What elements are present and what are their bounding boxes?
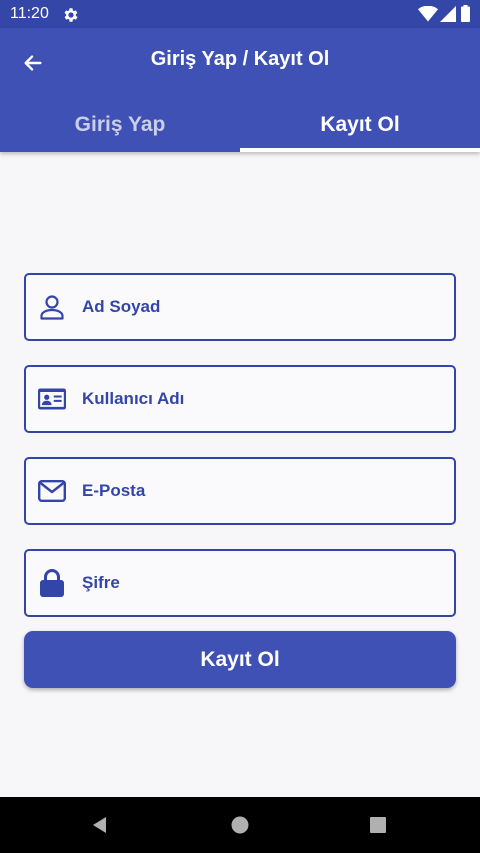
full-name-field[interactable]: Ad Soyad <box>24 273 456 341</box>
envelope-icon <box>38 477 66 505</box>
gear-icon <box>64 8 78 22</box>
nav-home-button[interactable] <box>228 813 252 837</box>
lock-icon <box>38 569 66 597</box>
page-title: Giriş Yap / Kayıt Ol <box>150 48 330 70</box>
person-icon <box>38 293 66 321</box>
password-field[interactable]: Şifre <box>24 549 456 617</box>
nav-recents-button[interactable] <box>366 813 390 837</box>
app-bar: Giriş Yap / Kayıt Ol Giriş Yap Kayıt Ol <box>0 28 480 152</box>
username-field[interactable]: Kullanıcı Adı <box>24 365 456 433</box>
tab-bar: Giriş Yap Kayıt Ol <box>0 98 480 152</box>
signal-icon <box>440 6 456 22</box>
email-field[interactable]: E-Posta <box>24 457 456 525</box>
system-nav-bar <box>0 797 480 853</box>
battery-icon <box>461 5 470 22</box>
tab-register[interactable]: Kayıt Ol <box>240 98 480 152</box>
id-card-icon <box>38 385 66 413</box>
status-time: 11:20 <box>10 5 49 22</box>
square-recents-icon <box>370 817 386 833</box>
tab-register-label: Kayıt Ol <box>320 113 400 136</box>
email-placeholder: E-Posta <box>82 481 146 500</box>
status-bar: 11:20 <box>0 0 480 28</box>
register-button[interactable]: Kayıt Ol <box>24 631 456 688</box>
tab-indicator <box>240 148 480 152</box>
username-placeholder: Kullanıcı Adı <box>82 389 185 408</box>
triangle-back-icon <box>93 817 106 833</box>
tab-login[interactable]: Giriş Yap <box>0 98 240 152</box>
nav-back-button[interactable] <box>88 813 112 837</box>
password-placeholder: Şifre <box>82 573 120 592</box>
wifi-icon <box>418 6 438 22</box>
full-name-placeholder: Ad Soyad <box>82 297 161 316</box>
circle-home-icon <box>231 816 249 834</box>
